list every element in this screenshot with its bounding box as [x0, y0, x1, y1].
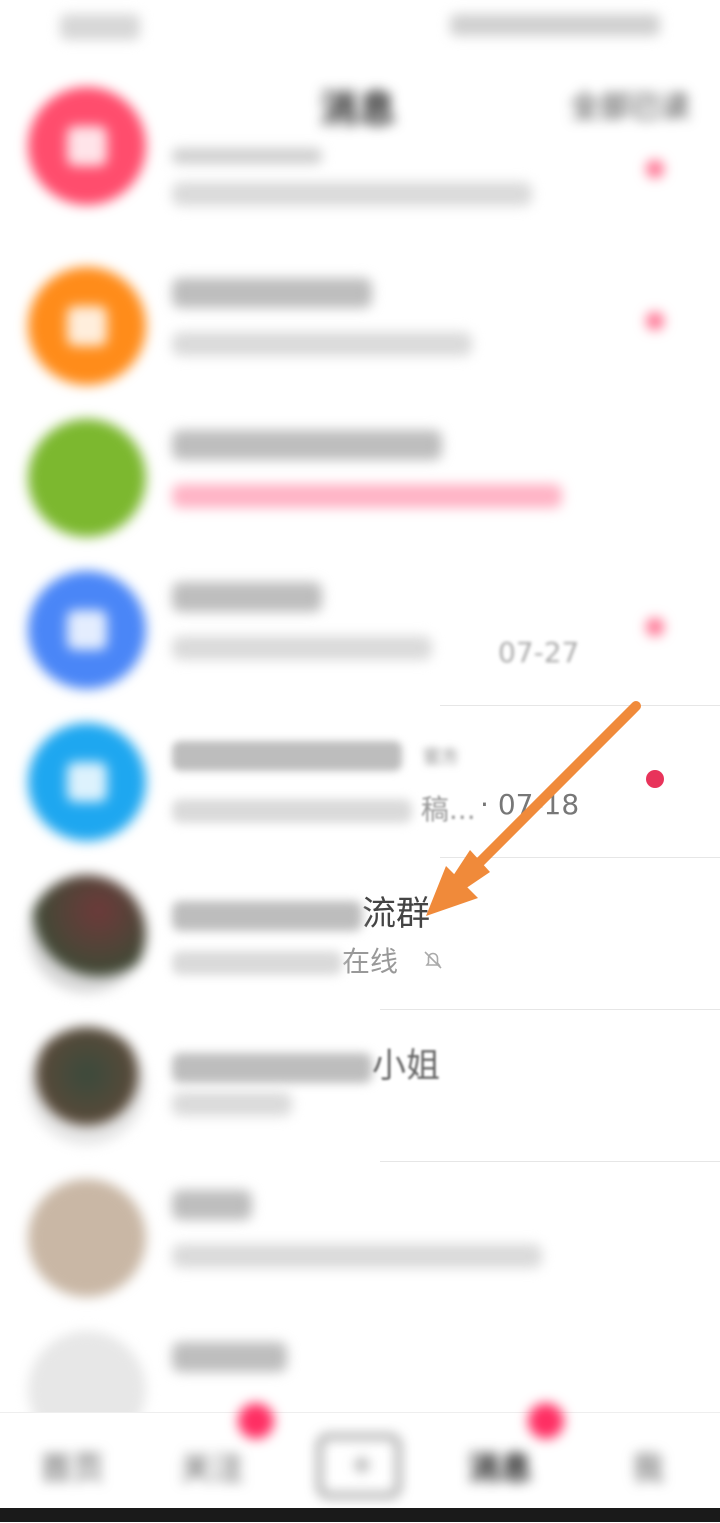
conversation-name — [172, 430, 442, 460]
avatar — [28, 1179, 146, 1297]
mute-bell-icon — [421, 948, 445, 978]
conversation-row[interactable] — [0, 70, 720, 222]
conversation-name — [172, 148, 322, 164]
conversation-row[interactable]: 小姐 — [0, 1010, 720, 1162]
conversation-time: · 07-18 — [480, 788, 580, 821]
nav-messages[interactable]: 消息 — [468, 1443, 532, 1489]
conversation-preview — [172, 332, 472, 356]
add-post-button[interactable]: + — [318, 1435, 400, 1497]
nav-home[interactable]: 首页 — [40, 1443, 104, 1489]
status-bar-network — [60, 14, 140, 40]
conversation-name — [172, 1190, 252, 1220]
follow-badge — [238, 1403, 274, 1439]
conversation-row[interactable] — [0, 1162, 720, 1314]
conversation-name-text: 小姐 — [372, 1046, 440, 1086]
status-bar-indicators — [450, 14, 660, 36]
conversation-preview: 稿... — [172, 788, 476, 828]
status-bar — [0, 0, 720, 60]
avatar — [28, 1027, 146, 1145]
avatar — [28, 419, 146, 537]
conversation-name — [172, 278, 372, 308]
conversation-preview — [172, 1244, 542, 1268]
messages-badge — [528, 1403, 564, 1439]
avatar — [28, 875, 146, 993]
conversation-preview — [172, 1092, 292, 1116]
unread-dot — [646, 618, 664, 636]
avatar — [28, 267, 146, 385]
plus-icon: + — [351, 1450, 373, 1480]
avatar — [28, 571, 146, 689]
conversation-name — [172, 1342, 287, 1372]
conversation-name: 官方 — [172, 734, 459, 774]
conversation-name: 流群 — [172, 886, 430, 935]
conversation-row[interactable]: 流群 在线 — [0, 858, 720, 1010]
device-bottom-edge — [0, 1508, 720, 1522]
avatar — [28, 87, 146, 205]
conversation-name — [172, 582, 322, 612]
conversation-name-text: 流群 — [362, 894, 430, 934]
nav-follow[interactable]: 关注 — [180, 1443, 244, 1489]
conversation-name: 小姐 — [172, 1038, 440, 1087]
bottom-nav: 首页 关注 + 消息 我 — [0, 1403, 720, 1523]
conversation-row[interactable] — [0, 402, 720, 554]
unread-dot — [646, 312, 664, 330]
conversation-preview-text: 在线 — [342, 945, 399, 978]
conversation-preview — [172, 636, 432, 660]
nav-me[interactable]: 我 — [632, 1443, 664, 1489]
conversation-time: 07-27 — [498, 636, 580, 669]
unread-dot — [646, 160, 664, 178]
avatar — [28, 723, 146, 841]
conversation-time-value: 07-18 — [497, 788, 580, 821]
conversation-preview: 在线 — [172, 940, 445, 980]
unread-dot — [646, 770, 664, 788]
conversation-row[interactable]: 07-27 — [0, 554, 720, 706]
official-tag: 官方 — [422, 746, 459, 768]
conversation-row[interactable]: 官方 稿... · 07-18 — [0, 706, 720, 858]
conversation-preview — [172, 182, 532, 206]
conversation-preview-text: 稿... — [420, 793, 476, 826]
conversation-row[interactable] — [0, 250, 720, 402]
conversation-preview — [172, 484, 562, 508]
